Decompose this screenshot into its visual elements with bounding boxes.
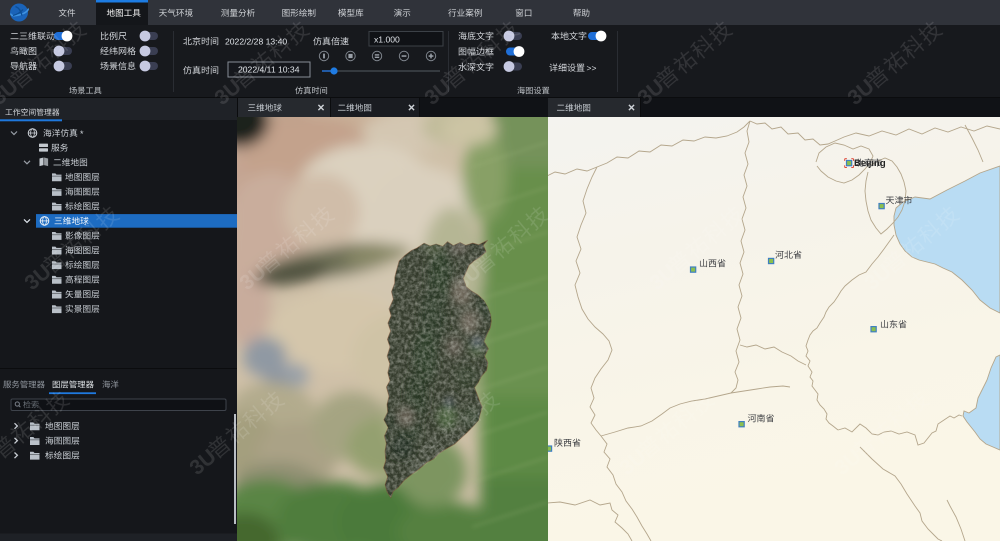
svg-text:>>: >> <box>587 63 597 73</box>
svg-text:*: * <box>80 129 84 139</box>
svg-text:x1.000: x1.000 <box>374 35 400 45</box>
